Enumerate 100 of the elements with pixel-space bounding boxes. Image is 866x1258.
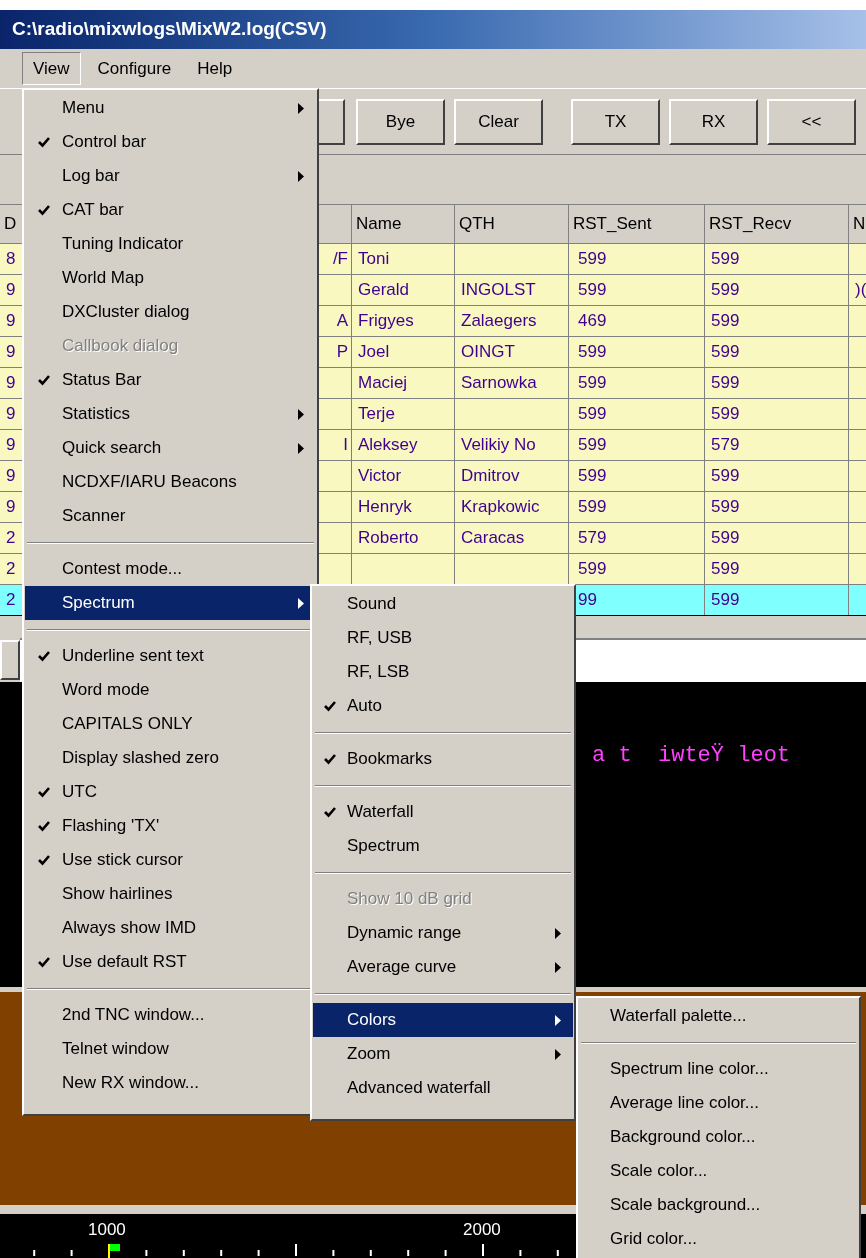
small-button[interactable] (0, 640, 20, 680)
submenu-arrow-icon (298, 597, 304, 609)
table-cell: Velikiy No (455, 430, 568, 460)
table-cell: Toni (352, 244, 454, 274)
check-icon (37, 136, 50, 148)
menu-item[interactable]: Average line color... (579, 1086, 858, 1120)
table-cell: 579 (569, 523, 704, 553)
check-icon (37, 374, 50, 386)
check-icon (37, 854, 50, 866)
table-cell: 599 (705, 275, 848, 305)
menu-item[interactable]: NCDXF/IARU Beacons (25, 465, 316, 499)
table-cell: 599 (705, 492, 848, 522)
table-cell: Krapkowic (455, 492, 568, 522)
table-cell: 9 (0, 306, 22, 336)
column-header: D (0, 205, 22, 243)
menu-item[interactable]: Zoom (313, 1037, 573, 1071)
check-icon (37, 786, 50, 798)
menu-item[interactable]: Background color... (579, 1120, 858, 1154)
table-cell: 599 (705, 523, 848, 553)
submenu-arrow-icon (298, 442, 304, 454)
menu-item[interactable]: Log bar (25, 159, 316, 193)
check-icon (37, 820, 50, 832)
submenu-arrow-icon (555, 961, 561, 973)
toolbar-button[interactable]: TX (571, 98, 660, 145)
table-cell: 9 (0, 461, 22, 491)
menu-item[interactable]: Control bar (25, 125, 316, 159)
table-cell: Caracas (455, 523, 568, 553)
received-text: a t iwteŸ leot (592, 742, 791, 770)
submenu-arrow-icon (555, 927, 561, 939)
table-cell: Henryk (352, 492, 454, 522)
table-cell: 599 (569, 244, 704, 274)
menu-item[interactable]: Waterfall palette... (579, 999, 858, 1033)
menu-item[interactable]: Average curve (313, 950, 573, 984)
submenu-arrow-icon (555, 1014, 561, 1026)
menu-item[interactable]: RF, USB (313, 621, 573, 655)
submenu-arrow-icon (298, 102, 304, 114)
column-header: Name (352, 205, 454, 243)
toolbar-button[interactable]: RX (669, 98, 758, 145)
scale-label: 2000 (463, 1219, 501, 1241)
menu-item[interactable]: Spectrum (313, 829, 573, 863)
table-cell: INGOLST (455, 275, 568, 305)
table-cell: Zalaegers (455, 306, 568, 336)
table-cell: 599 (569, 368, 704, 398)
table-cell: Maciej (352, 368, 454, 398)
check-icon (324, 806, 336, 818)
menu-item[interactable]: Statistics (25, 397, 316, 431)
table-cell: 599 (569, 461, 704, 491)
column-header: RST_Sent (569, 205, 704, 243)
submenu-arrow-icon (298, 170, 304, 182)
check-icon (37, 956, 50, 968)
table-cell: 9 (0, 275, 22, 305)
toolbar-button[interactable]: Clear (454, 98, 543, 145)
table-cell: 9 (0, 337, 22, 367)
table-cell: 2 (0, 523, 22, 553)
menu-item[interactable]: Colors (313, 1003, 573, 1037)
table-cell: 2 (0, 554, 22, 584)
menu-item[interactable]: Advanced waterfall (313, 1071, 573, 1105)
table-cell: 599 (569, 399, 704, 429)
menu-item[interactable]: Scale background... (579, 1188, 858, 1222)
menu-item[interactable]: Bookmarks (313, 742, 573, 776)
table-cell: 9 (0, 399, 22, 429)
table-cell: Terje (352, 399, 454, 429)
check-icon (324, 700, 336, 712)
menu-item[interactable]: RF, LSB (313, 655, 573, 689)
menu-item[interactable]: Waterfall (313, 795, 573, 829)
table-cell: 599 (569, 430, 704, 460)
menu-item[interactable]: CAT bar (25, 193, 316, 227)
menu-item[interactable]: Grid color... (579, 1222, 858, 1256)
table-cell: 599 (705, 244, 848, 274)
menu-item[interactable]: Dynamic range (313, 916, 573, 950)
column-header: N (849, 205, 866, 243)
scale-label: 1000 (88, 1219, 126, 1241)
menu-item[interactable]: Spectrum line color... (579, 1052, 858, 1086)
table-cell: 599 (705, 337, 848, 367)
menu-item[interactable]: Scale color... (579, 1154, 858, 1188)
check-icon (324, 753, 336, 765)
menu-bar-item[interactable]: View (22, 52, 81, 85)
table-cell: 9 (0, 492, 22, 522)
table-cell: 579 (705, 430, 848, 460)
table-cell: OINGT (455, 337, 568, 367)
menu-item[interactable]: Contest mode... (25, 552, 316, 586)
menu-bar-item[interactable]: Configure (88, 52, 181, 85)
table-cell: 8 (0, 244, 22, 274)
table-cell: Frigyes (352, 306, 454, 336)
submenu-arrow-icon (555, 1048, 561, 1060)
check-icon (37, 204, 50, 216)
table-cell: 9 (0, 430, 22, 460)
toolbar-button[interactable]: Bye (356, 98, 445, 145)
submenu-arrow-icon (298, 408, 304, 420)
table-cell: 599 (705, 554, 848, 584)
toolbar-button[interactable]: << (767, 98, 856, 145)
check-icon (37, 650, 50, 662)
table-cell: 2 (0, 585, 22, 615)
menu-item[interactable]: Scanner (25, 499, 316, 533)
table-cell: Victor (352, 461, 454, 491)
menu-item[interactable]: Auto (313, 689, 573, 723)
table-cell: 599 (569, 275, 704, 305)
menu-bar-item[interactable]: Help (188, 52, 242, 85)
flag-icon (108, 1244, 120, 1258)
menu-item[interactable]: Menu (25, 91, 316, 125)
